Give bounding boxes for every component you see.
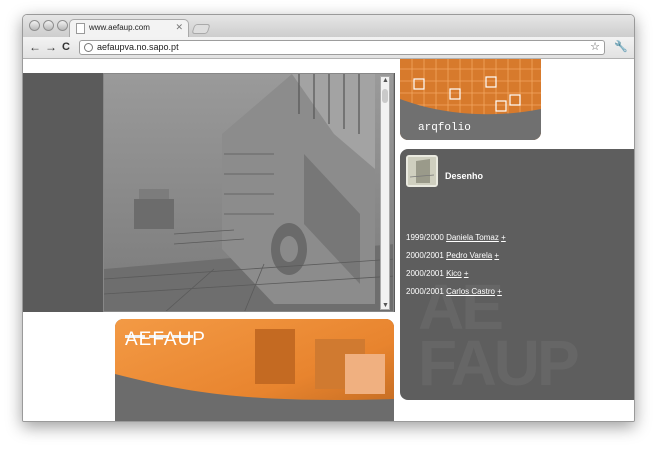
section-title: Desenho (445, 171, 484, 181)
scroll-down-icon[interactable]: ▼ (382, 302, 389, 309)
more-link[interactable]: + (501, 233, 506, 242)
entry-year: 2000/2001 (406, 251, 444, 260)
forward-icon[interactable]: → (45, 40, 57, 54)
desenho-panel: AE FAUP Desenho 1999/2000 Daniela Tomaz +… (400, 149, 634, 400)
author-list: 1999/2000 Daniela Tomaz + 2000/2001 Pedr… (406, 233, 506, 305)
image-scrollbar[interactable]: ▲ ▼ (380, 76, 390, 310)
page-content: ▲ ▼ AEFAUP arqfolio AE FAUP Desenho 1999… (23, 59, 634, 421)
drawing-image (103, 73, 394, 312)
banner-decoration (125, 325, 205, 338)
arqfolio-label: arqfolio (418, 122, 471, 134)
browser-tab[interactable]: www.aefaup.com ✕ (69, 19, 189, 37)
author-link[interactable]: Daniela Tomaz (446, 233, 499, 242)
staircase-sketch (104, 74, 393, 311)
more-link[interactable]: + (497, 287, 502, 296)
more-link[interactable]: + (464, 269, 469, 278)
list-item: 2000/2001 Carlos Castro + (406, 287, 506, 296)
thumbnail-sketch (408, 157, 436, 185)
title-bar: www.aefaup.com ✕ (23, 15, 634, 37)
scroll-up-icon[interactable]: ▲ (382, 77, 389, 84)
list-item: 1999/2000 Daniela Tomaz + (406, 233, 506, 242)
entry-year: 2000/2001 (406, 287, 444, 296)
page-icon (76, 23, 85, 34)
scrollbar-thumb[interactable] (382, 89, 388, 103)
bookmark-star-icon[interactable]: ☆ (590, 40, 600, 53)
browser-toolbar: ← → C aefaupva.no.sapo.pt ☆ 🔧 (23, 37, 634, 59)
globe-icon (84, 43, 93, 52)
author-link[interactable]: Pedro Varela (446, 251, 492, 260)
desenho-thumbnail[interactable] (406, 155, 438, 187)
banner-title: AEFAUP (125, 329, 206, 350)
browser-window: www.aefaup.com ✕ ← → C aefaupva.no.sapo.… (22, 14, 635, 422)
url-text[interactable]: aefaupva.no.sapo.pt (97, 42, 179, 52)
arqfolio-panel[interactable]: arqfolio (400, 59, 541, 140)
aefaup-banner[interactable]: AEFAUP (115, 319, 394, 421)
new-tab-button[interactable] (191, 24, 211, 34)
wrench-icon[interactable]: 🔧 (614, 40, 628, 53)
list-item: 2000/2001 Pedro Varela + (406, 251, 506, 260)
reload-icon[interactable]: C (62, 40, 70, 54)
minimize-window-button[interactable] (43, 20, 54, 31)
author-link[interactable]: Kico (446, 269, 462, 278)
zoom-window-button[interactable] (57, 20, 68, 31)
address-bar[interactable]: aefaupva.no.sapo.pt ☆ (79, 40, 605, 55)
more-link[interactable]: + (494, 251, 499, 260)
author-link[interactable]: Carlos Castro (446, 287, 495, 296)
tab-title: www.aefaup.com (89, 23, 150, 32)
entry-year: 2000/2001 (406, 269, 444, 278)
back-icon[interactable]: ← (29, 40, 41, 54)
entry-year: 1999/2000 (406, 233, 444, 242)
tab-close-icon[interactable]: ✕ (175, 22, 183, 33)
close-window-button[interactable] (29, 20, 40, 31)
list-item: 2000/2001 Kico + (406, 269, 506, 278)
